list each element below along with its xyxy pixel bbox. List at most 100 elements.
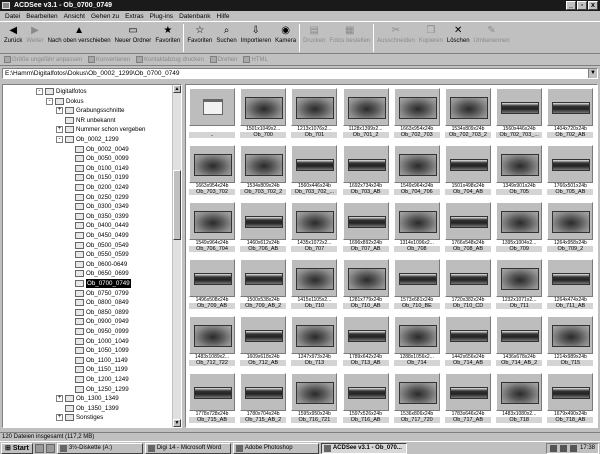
favoriten-button[interactable]: ★ Favoriten	[153, 22, 182, 53]
menu-datenbank[interactable]: Datenbank	[176, 13, 213, 20]
image-thumbnail[interactable]: 1501x1049x2... Ob_700	[239, 87, 287, 138]
tree-item[interactable]: Ob_0400_0449	[75, 221, 129, 230]
tree-item[interactable]: Ob_1150_1199	[75, 365, 128, 374]
taskbar-task[interactable]: 3½-Diskette (A:)	[56, 442, 143, 454]
fotos-bestellen-button[interactable]: ▦ Fotos bestellen	[327, 22, 372, 53]
expand-icon[interactable]: +	[56, 395, 63, 403]
parent-folder-thumbnail[interactable]: ..	[188, 87, 236, 138]
collapse-icon[interactable]: -	[36, 88, 43, 95]
tree-item[interactable]: Ob_1350_1399	[65, 404, 119, 413]
image-thumbnail[interactable]: 1789x642x24b Ob_713_AB	[342, 315, 390, 366]
tree-item[interactable]: Ob_0300_0349	[75, 202, 129, 211]
image-thumbnail[interactable]: 1213x1076x2... Ob_701	[290, 87, 338, 138]
l-schen-button[interactable]: ✕ Löschen	[445, 22, 472, 53]
tree-item[interactable]: Ob_0600-0649	[75, 260, 127, 269]
tree-item[interactable]: Ob_0850_0899	[75, 308, 129, 317]
konvertieren-button[interactable]: Konvertieren	[88, 56, 130, 63]
image-thumbnail[interactable]: 1663x954x24b Ob_702_703	[393, 87, 441, 138]
image-thumbnail[interactable]: 1766x548x24b Ob_708_AB	[444, 201, 492, 252]
image-thumbnail[interactable]: 1214x989x24b Ob_715	[546, 315, 594, 366]
image-thumbnail[interactable]: 1264x474x24b Ob_711_AB	[546, 258, 594, 309]
tree-item[interactable]: Ob_0700_0749	[75, 279, 131, 288]
tree-item[interactable]: Ob_1050_1099	[75, 346, 129, 355]
scrollbar-thumb[interactable]	[173, 170, 181, 240]
tree-item[interactable]: Ob_0900_0949	[75, 317, 129, 326]
tree-item[interactable]: NR unbekannt	[65, 116, 116, 125]
image-thumbnail[interactable]: 1783x646x24b Ob_717_AB	[444, 372, 492, 423]
expand-icon[interactable]: +	[56, 126, 63, 134]
ausschneiden-button[interactable]: ✂ Ausschneiden	[375, 22, 417, 53]
importieren-button[interactable]: ⇩ Importieren	[239, 22, 273, 53]
image-thumbnail[interactable]: 1780x704x24b Ob_715_AB_2	[239, 372, 287, 423]
tree-item[interactable]: - Digitalfotos	[36, 87, 87, 96]
tree-item[interactable]: Ob_0002_0049	[75, 145, 129, 154]
minimize-button[interactable]: _	[566, 1, 576, 10]
image-thumbnail[interactable]: 1549x964x24b Ob_704_706	[393, 144, 441, 195]
image-thumbnail[interactable]: 1692x734x24b Ob_703_AB	[342, 144, 390, 195]
menu-ansicht[interactable]: Ansicht	[61, 13, 88, 20]
tree-item[interactable]: Ob_0650_0699	[75, 269, 129, 278]
image-thumbnail[interactable]: 1264x958x24b Ob_709_2	[546, 201, 594, 252]
taskbar-task[interactable]: Adobe Photoshop	[232, 442, 319, 454]
tree-item[interactable]: Ob_1200_1249	[75, 375, 129, 384]
image-thumbnail[interactable]: 1436x678x24b Ob_714_AB_2	[495, 315, 543, 366]
image-thumbnail[interactable]: 1128x1399x2... Ob_701_2	[342, 87, 390, 138]
image-thumbnail[interactable]: 1483x1080x2... Ob_718	[495, 372, 543, 423]
tree-item[interactable]: Ob_0250_0299	[75, 193, 129, 202]
tree-item[interactable]: Ob_0950_0999	[75, 327, 129, 336]
image-thumbnail[interactable]: 1549x964x24b Ob_706_704	[188, 201, 236, 252]
expand-icon[interactable]: +	[56, 107, 63, 115]
tray-icon[interactable]	[549, 445, 557, 452]
tree-item[interactable]: Ob_0450_0499	[75, 231, 129, 240]
zur-ck-button[interactable]: ◀ Zurück	[2, 22, 24, 53]
start-button[interactable]: ⊞ Start	[1, 442, 33, 454]
path-field[interactable]: E:\Hamm\Digitalfotos\Dokus\Ob_0002_1299\…	[2, 68, 598, 79]
image-thumbnail[interactable]: 1560x446x24b Ob_703_702_...	[290, 144, 338, 195]
chevron-down-icon[interactable]: ▼	[588, 69, 597, 78]
menu-gehen-zu[interactable]: Gehen zu	[88, 13, 122, 20]
tree-item[interactable]: Ob_0550_0599	[75, 250, 129, 259]
scroll-up-icon[interactable]: ▲	[173, 85, 181, 93]
image-thumbnail[interactable]: 1288x1056x2... Ob_714	[393, 315, 441, 366]
image-thumbnail[interactable]: 1501x498x24b Ob_704_AB	[444, 144, 492, 195]
favoriten-button[interactable]: ☆ Favoriten	[185, 22, 214, 53]
desktop-icon[interactable]	[34, 443, 44, 453]
collapse-icon[interactable]: -	[46, 97, 53, 105]
image-thumbnail[interactable]: 1281x779x24b Ob_710_AB	[342, 258, 390, 309]
image-thumbnail[interactable]: 1247x973x24b Ob_713	[290, 315, 338, 366]
suchen-button[interactable]: ⌕ Suchen	[214, 22, 238, 53]
image-thumbnail[interactable]: 1314x1096x2... Ob_708	[393, 201, 441, 252]
tree-item[interactable]: + Nummer schon vergeben	[56, 125, 145, 134]
tree-item[interactable]: Ob_1250_1299	[75, 385, 129, 394]
tree-item[interactable]: Ob_0200_0249	[75, 183, 129, 192]
tree-item[interactable]: Ob_0100_0149	[75, 164, 129, 173]
image-thumbnail[interactable]: 1435x1072x2... Ob_707	[290, 201, 338, 252]
tree-item[interactable]: - Ob_0002_1299	[56, 135, 119, 144]
tree-item[interactable]: Ob_0050_0099	[75, 154, 129, 163]
image-thumbnail[interactable]: 1696x892x24b Ob_707_AB	[342, 201, 390, 252]
menu-plug-ins[interactable]: Plug-ins	[147, 13, 176, 20]
image-thumbnail[interactable]: 1460x612x24b Ob_706_AB	[239, 201, 287, 252]
tree-scrollbar[interactable]: ▲ ▼	[172, 85, 181, 427]
umbenennen-button[interactable]: ✎ Umbenennen	[472, 22, 512, 53]
image-thumbnail[interactable]: 1573x681x24b Ob_710_BE	[393, 258, 441, 309]
html-button[interactable]: HTML	[243, 56, 268, 63]
neuer-ordner-button[interactable]: ▭ Neuer Ordner	[113, 22, 154, 53]
tree-item[interactable]: Ob_1100_1149	[75, 356, 128, 365]
image-thumbnail[interactable]: 1766x501x24b Ob_705_AB	[546, 144, 594, 195]
image-thumbnail[interactable]: 1679x490x24b Ob_718_AB	[546, 372, 594, 423]
image-thumbnail[interactable]: 1597x526x24b Ob_716_AB	[342, 372, 390, 423]
image-thumbnail[interactable]: 1500x538x24b Ob_709_AB_2	[239, 258, 287, 309]
gr-e-ungef-hr-anpassen-button[interactable]: Größe ungefähr anpassen	[4, 56, 82, 63]
image-thumbnail[interactable]: 1483x1089x2... Ob_712_722	[188, 315, 236, 366]
image-thumbnail[interactable]: 1404x720x24b Ob_702_AB	[546, 87, 594, 138]
image-thumbnail[interactable]: 1560x446x24b Ob_702_703_...	[495, 87, 543, 138]
image-thumbnail[interactable]: 1595x950x24b Ob_716_721	[290, 372, 338, 423]
collapse-icon[interactable]: -	[56, 136, 63, 143]
image-thumbnail[interactable]: 1232x1071x2... Ob_711	[495, 258, 543, 309]
tray-icon[interactable]	[559, 445, 567, 452]
image-thumbnail[interactable]: 1349x901x24b Ob_705	[495, 144, 543, 195]
image-thumbnail[interactable]: 1536x806x24b Ob_717_720	[393, 372, 441, 423]
drehen-button[interactable]: Drehen	[209, 56, 237, 63]
scroll-down-icon[interactable]: ▼	[173, 419, 181, 427]
